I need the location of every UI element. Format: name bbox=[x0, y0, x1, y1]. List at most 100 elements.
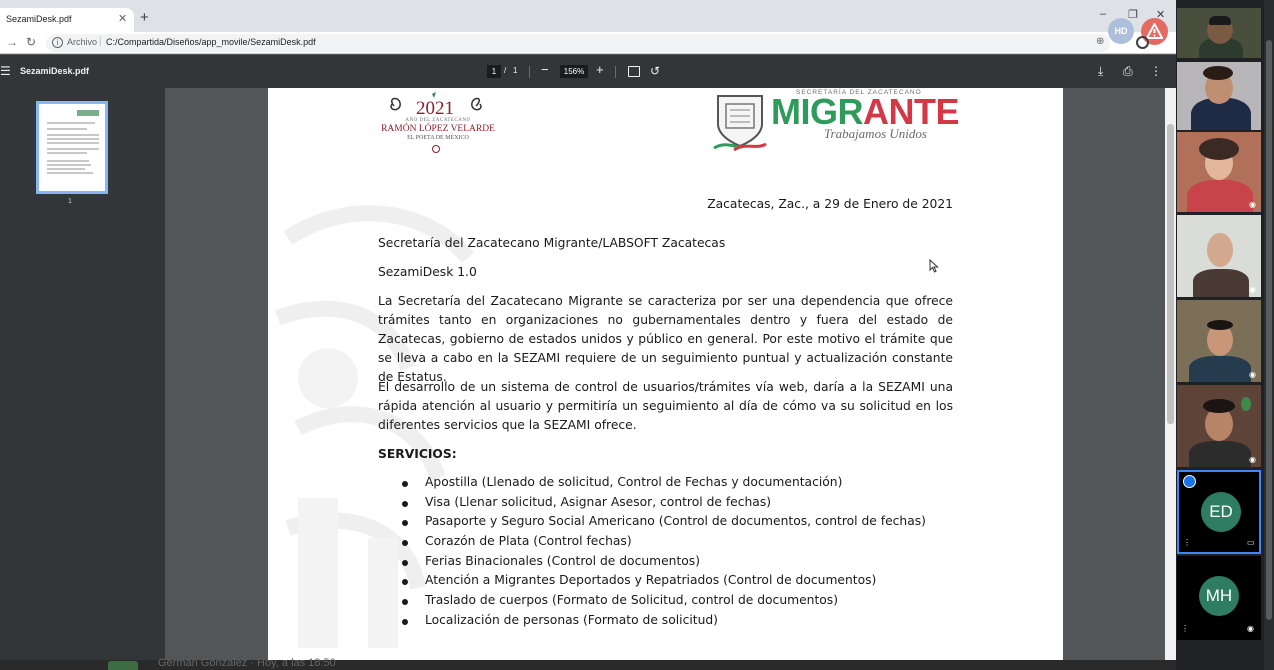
bullet-icon bbox=[402, 500, 408, 507]
mic-off-icon: ◉ bbox=[1249, 285, 1256, 294]
zoom-icon[interactable]: ⊕ bbox=[1096, 36, 1104, 47]
download-icon[interactable]: ⤓ bbox=[1098, 64, 1103, 79]
bullet-icon bbox=[402, 579, 408, 586]
more-options-icon[interactable]: ⋮ bbox=[1183, 538, 1191, 547]
video-call-panel: ◉ ◉ ◉ ◉ ED ⋮ ▭ MH ⋮ ◉ bbox=[1176, 0, 1274, 670]
pdf-page: 2021 AÑO DEL ZACATECANO RAMÓN LÓPEZ VELA… bbox=[268, 88, 1063, 660]
more-options-icon[interactable]: ⋮ bbox=[1150, 64, 1162, 78]
participant-video[interactable]: ◉ bbox=[1177, 132, 1261, 212]
participant-video[interactable] bbox=[1177, 8, 1261, 58]
separator: | bbox=[99, 36, 102, 47]
service-text: Traslado de cuerpos (Formato de Solicitu… bbox=[425, 593, 838, 608]
participant-video[interactable]: ◉ bbox=[1177, 300, 1261, 382]
bullet-icon bbox=[402, 481, 408, 487]
service-text: Apostilla (Llenado de solicitud, Control… bbox=[425, 475, 843, 489]
service-text: Visa (Llenar solicitud, Asignar Asesor, … bbox=[425, 494, 772, 509]
browser-window: SezamiDesk.pdf ✕ + – ❐ ✕ → ↻ i Archivo |… bbox=[0, 0, 1176, 660]
tab-close-icon[interactable]: ✕ bbox=[118, 12, 127, 25]
list-item: Ferias Binacionales (Control de document… bbox=[378, 552, 978, 572]
page-number-input[interactable]: 1 bbox=[487, 65, 501, 78]
bullet-icon bbox=[402, 540, 408, 547]
reload-icon[interactable]: ↻ bbox=[26, 35, 36, 49]
logo-year: 2021 bbox=[416, 98, 454, 119]
participant-video[interactable]: ◉ bbox=[1177, 385, 1261, 467]
new-tab-button[interactable]: + bbox=[140, 9, 149, 26]
state-shield-logo bbox=[713, 95, 767, 152]
avatar: ED bbox=[1201, 492, 1241, 532]
mic-off-icon: ◉ bbox=[1247, 624, 1254, 633]
screen-icon: ▭ bbox=[1247, 538, 1255, 547]
logo-line-2: RAMÓN LÓPEZ VELARDE bbox=[381, 124, 495, 134]
zoom-out-button[interactable]: − bbox=[541, 62, 549, 77]
letter-recipient: Secretaría del Zacatecano Migrante/LABSO… bbox=[378, 236, 726, 250]
mic-off-icon: ◉ bbox=[1249, 370, 1256, 379]
rotate-icon[interactable]: ↺ bbox=[650, 64, 660, 78]
bullet-icon bbox=[402, 520, 408, 527]
logo-line-3: EL POETA DE MÉXICO bbox=[407, 135, 469, 141]
page-thumbnail[interactable] bbox=[36, 101, 108, 194]
participant-video[interactable] bbox=[1177, 62, 1261, 130]
more-options-icon[interactable]: ⋮ bbox=[1181, 624, 1189, 633]
mic-off-icon: ◉ bbox=[1249, 455, 1256, 464]
list-item: Atención a Migrantes Deportados y Repatr… bbox=[378, 571, 978, 591]
avatar: MH bbox=[1199, 576, 1239, 616]
toolbar-divider bbox=[615, 66, 616, 78]
zoom-in-button[interactable]: + bbox=[596, 62, 604, 77]
mic-off-icon: ◉ bbox=[1249, 200, 1256, 209]
letter-subject: SezamiDesk 1.0 bbox=[378, 265, 477, 279]
thumbnail-page-number: 1 bbox=[68, 198, 72, 205]
services-list: Apostilla (Llenado de solicitud, Control… bbox=[378, 473, 978, 631]
fit-to-page-icon[interactable] bbox=[628, 66, 640, 77]
service-text: Atención a Migrantes Deportados y Repatr… bbox=[425, 573, 877, 588]
participant-ed[interactable]: ED ⋮ ▭ bbox=[1177, 470, 1261, 554]
participant-video[interactable]: ◉ bbox=[1177, 215, 1261, 297]
service-text: Pasaporte y Seguro Social Americano (Con… bbox=[425, 514, 926, 529]
list-item: Traslado de cuerpos (Formato de Solicitu… bbox=[378, 591, 978, 611]
toolbar-divider bbox=[529, 66, 530, 78]
vertical-scrollbar[interactable] bbox=[1165, 88, 1176, 660]
service-text: Corazón de Plata (Control fechas) bbox=[425, 534, 632, 549]
thumbnail-logo bbox=[77, 110, 99, 116]
tab-title: SezamiDesk.pdf bbox=[6, 14, 72, 24]
participant-mh[interactable]: MH ⋮ ◉ bbox=[1177, 556, 1261, 640]
page-total: 1 bbox=[513, 66, 518, 75]
account-icon[interactable] bbox=[1136, 36, 1149, 49]
presenter-name: German Gonzalez · Hoy, a las 18:50 bbox=[158, 657, 336, 669]
bullet-icon bbox=[402, 559, 408, 566]
menu-icon[interactable]: ☰ bbox=[0, 64, 11, 78]
migrante-tagline: Trabajamos Unidos bbox=[824, 126, 927, 141]
scrollbar-thumb[interactable] bbox=[1167, 124, 1174, 424]
service-text: Ferias Binacionales (Control de document… bbox=[425, 553, 701, 568]
address-bar[interactable]: i Archivo | C:/Compartida/Diseños/app_mo… bbox=[46, 34, 1110, 52]
letter-paragraph-2: El desarrollo de un sistema de control d… bbox=[378, 380, 953, 432]
participants-scrollbar[interactable] bbox=[1264, 0, 1274, 670]
print-icon[interactable]: ⎙ bbox=[1123, 64, 1133, 79]
list-item: Pasaporte y Seguro Social Americano (Con… bbox=[378, 512, 978, 532]
page-separator: / bbox=[504, 66, 507, 75]
list-item: Localización de personas (Formato de sol… bbox=[378, 611, 978, 631]
pdf-viewer[interactable]: 2021 AÑO DEL ZACATECANO RAMÓN LÓPEZ VELA… bbox=[165, 88, 1165, 660]
list-item: Apostilla (Llenado de solicitud, Control… bbox=[378, 473, 978, 493]
zoom-level-input[interactable]: 156% bbox=[560, 65, 588, 78]
services-heading: SERVICIOS: bbox=[378, 447, 457, 461]
minimize-button[interactable]: – bbox=[1100, 8, 1106, 20]
letter-date: Zacatecas, Zac., a 29 de Enero de 2021 bbox=[707, 197, 953, 211]
scrollbar-thumb[interactable] bbox=[1266, 40, 1272, 620]
logo-line-1: AÑO DEL ZACATECANO bbox=[405, 118, 471, 123]
forward-icon[interactable]: → bbox=[6, 35, 18, 49]
maximize-button[interactable]: ❐ bbox=[1128, 8, 1138, 21]
warning-icon bbox=[1146, 23, 1163, 39]
thumbnail-sidebar: 1 bbox=[0, 88, 165, 660]
pdf-toolbar: ☰ SezamiDesk.pdf 1 / 1 − 156% + ↺ ⤓ ⎙ ⋮ bbox=[0, 55, 1176, 88]
tab-strip: SezamiDesk.pdf ✕ + – ❐ ✕ bbox=[0, 0, 1176, 32]
scheme-label: Archivo bbox=[67, 37, 98, 47]
url-text[interactable]: C:/Compartida/Diseños/app_movile/SezamiD… bbox=[106, 37, 316, 47]
mouse-cursor-icon bbox=[929, 259, 939, 273]
profile-avatar[interactable]: HD bbox=[1108, 18, 1134, 44]
bullet-icon bbox=[402, 599, 408, 606]
taskbar-strip: German Gonzalez · Hoy, a las 18:50 bbox=[0, 657, 1176, 670]
tab-sezamidesk[interactable]: SezamiDesk.pdf ✕ bbox=[0, 8, 134, 32]
info-icon[interactable]: i bbox=[52, 37, 63, 48]
app-icon[interactable] bbox=[108, 661, 138, 670]
list-item: Corazón de Plata (Control fechas) bbox=[378, 532, 978, 552]
